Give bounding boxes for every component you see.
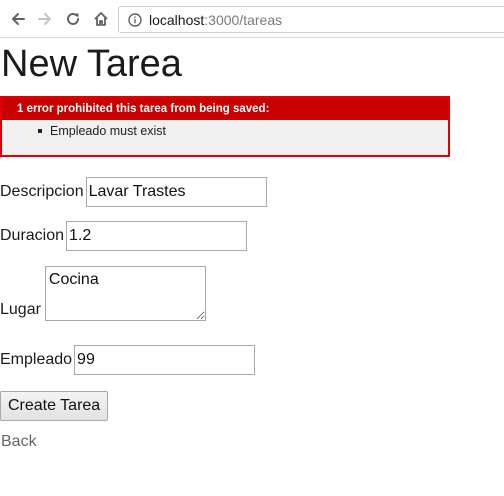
error-list: Empleado must exist bbox=[2, 120, 448, 139]
page-title: New Tarea bbox=[1, 43, 182, 85]
url-path: :3000/tareas bbox=[204, 12, 283, 28]
descripcion-field-row: Descripcion bbox=[0, 177, 267, 207]
lugar-field-row: Lugar Cocina bbox=[0, 266, 206, 321]
error-header: 1 error prohibited this tarea from being… bbox=[2, 98, 448, 120]
descripcion-label: Descripcion bbox=[0, 183, 84, 200]
reload-icon[interactable] bbox=[63, 9, 83, 29]
descripcion-input[interactable] bbox=[85, 177, 267, 207]
address-bar[interactable]: localhost:3000/tareas bbox=[118, 6, 504, 33]
lugar-textarea[interactable]: Cocina bbox=[44, 266, 206, 321]
url-text: localhost:3000/tareas bbox=[149, 12, 282, 28]
home-icon[interactable] bbox=[91, 9, 111, 29]
duracion-field-row: Duracion bbox=[0, 221, 248, 251]
error-explanation: 1 error prohibited this tarea from being… bbox=[0, 96, 450, 157]
duracion-label: Duracion bbox=[0, 227, 65, 244]
error-message: Empleado must exist bbox=[38, 123, 448, 139]
url-host: localhost bbox=[149, 12, 205, 28]
empleado-label: Empleado bbox=[0, 351, 73, 368]
back-link[interactable]: Back bbox=[1, 433, 37, 451]
info-icon[interactable] bbox=[128, 13, 142, 27]
browser-toolbar: localhost:3000/tareas bbox=[0, 0, 504, 38]
forward-icon[interactable] bbox=[35, 9, 55, 29]
empleado-input[interactable] bbox=[74, 345, 256, 375]
duracion-input[interactable] bbox=[66, 221, 248, 251]
create-tarea-button[interactable]: Create Tarea bbox=[0, 391, 109, 421]
empleado-field-row: Empleado bbox=[0, 345, 256, 375]
back-icon[interactable] bbox=[8, 9, 28, 29]
lugar-label: Lugar bbox=[0, 301, 41, 318]
